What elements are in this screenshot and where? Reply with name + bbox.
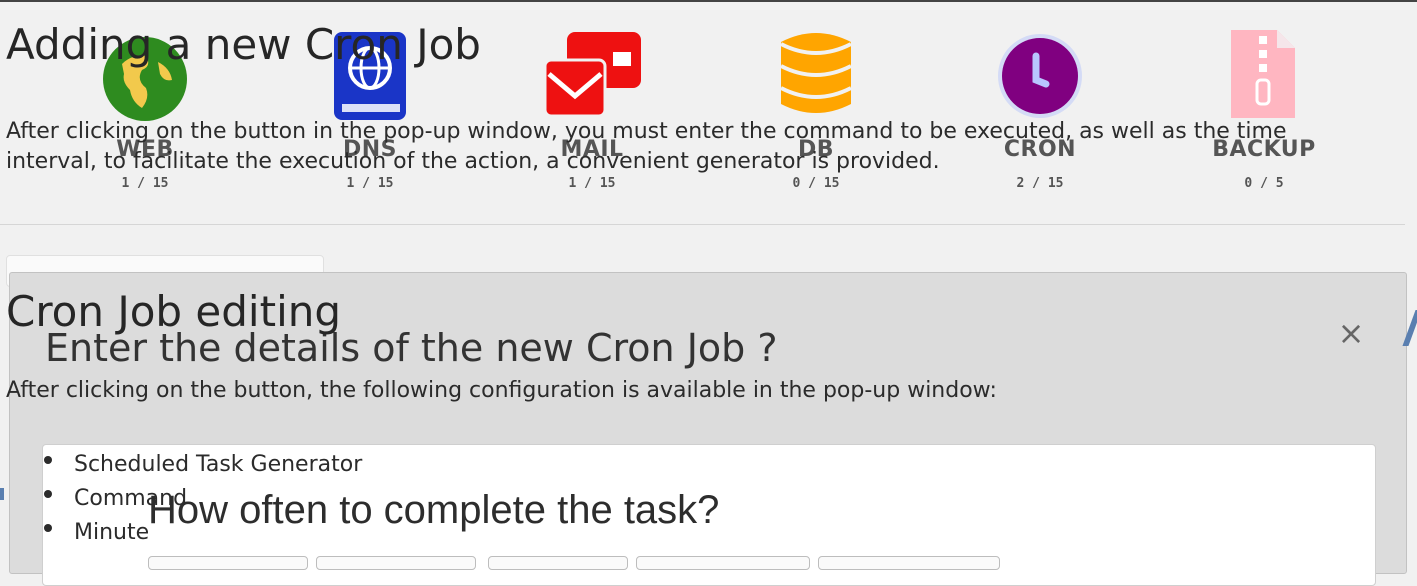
service-count-web: 1 / 15 bbox=[121, 176, 169, 191]
background-edge-mark bbox=[0, 488, 4, 500]
service-count-backup: 0 / 5 bbox=[1244, 176, 1284, 191]
modal-close-button[interactable]: × bbox=[1335, 315, 1367, 351]
service-count-dns: 1 / 15 bbox=[346, 176, 394, 191]
database-icon[interactable] bbox=[779, 30, 853, 116]
section-paragraph-adding-cron-job: After clicking on the button in the pop-… bbox=[6, 119, 1287, 174]
panel-divider bbox=[0, 224, 1405, 225]
list-item: Command bbox=[42, 482, 362, 516]
service-count-db: 0 / 15 bbox=[792, 176, 840, 191]
mail-icon[interactable] bbox=[543, 30, 643, 118]
service-count-cron: 2 / 15 bbox=[1016, 176, 1064, 191]
clock-icon[interactable] bbox=[996, 32, 1084, 120]
service-count-mail: 1 / 15 bbox=[568, 176, 616, 191]
frequency-option-button[interactable] bbox=[488, 556, 628, 570]
section-paragraph-cron-job-editing: After clicking on the button, the follow… bbox=[6, 378, 997, 403]
section-heading-adding-cron-job: Adding a new Cron Job bbox=[6, 20, 481, 69]
top-border-line bbox=[0, 0, 1417, 2]
zip-file-icon[interactable] bbox=[1229, 28, 1297, 120]
frequency-option-button[interactable] bbox=[316, 556, 476, 570]
frequency-option-button[interactable] bbox=[636, 556, 810, 570]
frequency-option-button[interactable] bbox=[818, 556, 1000, 570]
frequency-option-button[interactable] bbox=[148, 556, 308, 570]
configuration-options-list: Scheduled Task Generator Command Minute bbox=[42, 448, 362, 550]
list-item: Minute bbox=[42, 516, 362, 550]
list-item: Scheduled Task Generator bbox=[42, 448, 362, 482]
section-heading-cron-job-editing: Cron Job editing bbox=[6, 287, 342, 336]
